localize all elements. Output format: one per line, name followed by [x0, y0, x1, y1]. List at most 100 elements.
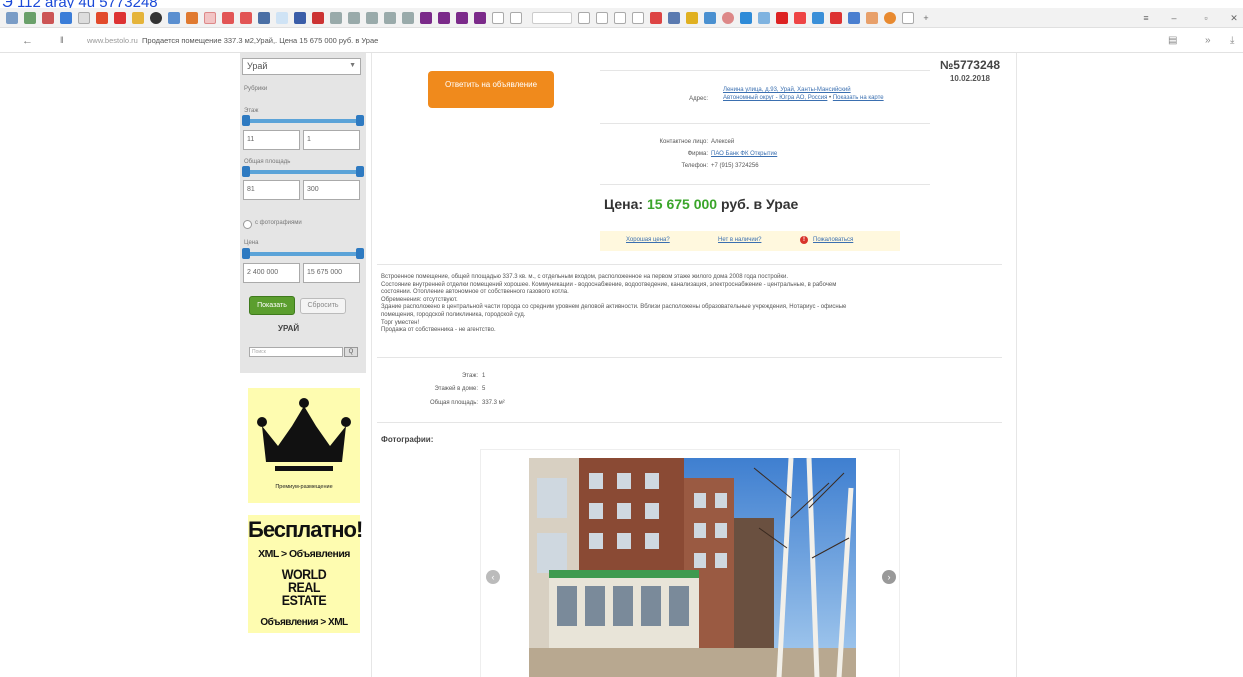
price-to-input[interactable]: 15 675 000	[303, 263, 360, 283]
slider-handle[interactable]	[242, 248, 250, 259]
area-from-input[interactable]: 81	[243, 180, 300, 200]
tab-favicon-icon[interactable]	[420, 12, 432, 24]
tab-favicon-icon[interactable]	[668, 12, 680, 24]
property-photo[interactable]	[529, 458, 856, 677]
arrow-left-icon[interactable]: ←	[22, 35, 33, 47]
reply-button[interactable]: Ответить на объявление	[428, 71, 554, 108]
company-label: Фирма:	[687, 151, 708, 157]
tab-favicon-icon[interactable]	[776, 12, 788, 24]
slider-handle[interactable]	[356, 248, 364, 259]
tab-favicon-icon[interactable]	[866, 12, 878, 24]
active-tab[interactable]	[532, 12, 572, 24]
search-input[interactable]: Поиск	[249, 347, 343, 357]
tab-favicon-icon[interactable]	[596, 12, 608, 24]
new-tab-icon[interactable]: +	[920, 13, 932, 23]
floor-slider[interactable]	[242, 115, 364, 127]
floor-to-input[interactable]: 1	[303, 130, 360, 150]
close-window-icon[interactable]: ✕	[1228, 13, 1240, 24]
reader-icon[interactable]: ▤	[1168, 35, 1177, 46]
url-title: Продается помещение 337.3 м2,Урай,. Цена…	[142, 36, 379, 45]
not-available-link[interactable]: Нет в наличии?	[718, 237, 761, 243]
reset-button[interactable]: Сбросить	[300, 298, 346, 314]
show-on-map-link[interactable]: Показать на карте	[833, 95, 884, 101]
xml-banner[interactable]: Бесплатно! XML > Объявления WORLD REAL E…	[248, 515, 363, 633]
tab-favicon-icon[interactable]	[186, 12, 198, 24]
tab-favicon-icon[interactable]	[474, 12, 486, 24]
tab-favicon-icon[interactable]	[722, 12, 734, 24]
tab-favicon-icon[interactable]	[830, 12, 842, 24]
tab-favicon-icon[interactable]	[614, 12, 626, 24]
company-link[interactable]: ПАО Банк ФК Открытие	[711, 151, 777, 157]
chevron-left-icon[interactable]: ‹	[486, 570, 500, 584]
tab-favicon-icon[interactable]	[348, 12, 360, 24]
tab-favicon-icon[interactable]	[78, 12, 90, 24]
tab-favicon-icon[interactable]	[812, 12, 824, 24]
tab-favicon-icon[interactable]	[366, 12, 378, 24]
address-line1-link[interactable]: Ленина улица, д.93, Урай, Ханты-Мансийск…	[723, 87, 851, 93]
tab-favicon-icon[interactable]	[132, 12, 144, 24]
city-select[interactable]: Урай ▼	[242, 58, 361, 75]
report-link[interactable]: Пожаловаться	[813, 237, 853, 243]
address-line2-link[interactable]: Автономный округ - Югра АО, Россия	[723, 95, 827, 101]
tab-favicon-icon[interactable]	[492, 12, 504, 24]
chevron-right-icon[interactable]: ›	[882, 570, 896, 584]
slider-handle[interactable]	[242, 166, 250, 177]
tab-favicon-icon[interactable]	[632, 12, 644, 24]
tab-favicon-icon[interactable]	[438, 12, 450, 24]
show-button[interactable]: Показать	[249, 296, 295, 315]
photo-checkbox[interactable]	[243, 220, 252, 229]
restore-icon[interactable]: ▫	[1200, 13, 1212, 23]
tab-favicon-icon[interactable]	[902, 12, 914, 24]
tab-favicon-icon[interactable]	[222, 12, 234, 24]
menu-icon[interactable]: ≡	[1140, 13, 1152, 23]
area-to-input[interactable]: 300	[303, 180, 360, 200]
tab-favicon-icon[interactable]	[384, 12, 396, 24]
tab-favicon-icon[interactable]	[276, 12, 288, 24]
slider-handle[interactable]	[356, 166, 364, 177]
tab-favicon-icon[interactable]	[686, 12, 698, 24]
area-slider[interactable]	[242, 166, 364, 178]
tab-favicon-icon[interactable]	[114, 12, 126, 24]
tab-favicon-icon[interactable]	[758, 12, 770, 24]
feedback-bar: Хорошая цена? Нет в наличии? ! Пожаловат…	[600, 231, 900, 251]
premium-banner[interactable]: Премиум-размещение	[248, 388, 360, 503]
tab-favicon-icon[interactable]	[24, 12, 36, 24]
tab-favicon-icon[interactable]	[96, 12, 108, 24]
slider-handle[interactable]	[242, 115, 250, 126]
divider	[600, 184, 930, 185]
download-icon[interactable]: ⤓	[1230, 35, 1234, 46]
tab-favicon-icon[interactable]	[42, 12, 54, 24]
tab-favicon-icon[interactable]	[330, 12, 342, 24]
tab-favicon-icon[interactable]	[456, 12, 468, 24]
price-from-input[interactable]: 2 400 000	[243, 263, 300, 283]
tab-favicon-icon[interactable]	[650, 12, 662, 24]
good-price-link[interactable]: Хорошая цена?	[626, 237, 670, 243]
extension-icon[interactable]: »	[1205, 35, 1211, 46]
tab-favicon-icon[interactable]	[258, 12, 270, 24]
tab-favicon-icon[interactable]	[150, 12, 162, 24]
tab-favicon-icon[interactable]	[740, 12, 752, 24]
divider	[600, 70, 930, 71]
tab-favicon-icon[interactable]	[884, 12, 896, 24]
slider-handle[interactable]	[356, 115, 364, 126]
tab-favicon-icon[interactable]	[704, 12, 716, 24]
tab-favicon-icon[interactable]	[794, 12, 806, 24]
minimize-icon[interactable]: –	[1168, 13, 1180, 23]
tab-favicon-icon[interactable]	[294, 12, 306, 24]
tab-favicon-icon[interactable]	[60, 12, 72, 24]
tab-favicon-icon[interactable]	[240, 12, 252, 24]
search-button[interactable]: Q	[344, 347, 358, 357]
description-line: состоянии. Отопление автономное от собст…	[381, 289, 569, 296]
tab-favicon-icon[interactable]	[510, 12, 522, 24]
tab-favicon-icon[interactable]	[848, 12, 860, 24]
bookmarks-icon[interactable]: ‖	[60, 35, 64, 45]
url-field[interactable]: www.bestolo.ru Продается помещение 337.3…	[87, 36, 378, 45]
tab-favicon-icon[interactable]	[6, 12, 18, 24]
floor-from-input[interactable]: 11	[243, 130, 300, 150]
tab-favicon-icon[interactable]	[312, 12, 324, 24]
tab-favicon-icon[interactable]	[578, 12, 590, 24]
tab-favicon-icon[interactable]	[204, 12, 216, 24]
tab-favicon-icon[interactable]	[402, 12, 414, 24]
price-slider[interactable]	[242, 248, 364, 260]
tab-favicon-icon[interactable]	[168, 12, 180, 24]
